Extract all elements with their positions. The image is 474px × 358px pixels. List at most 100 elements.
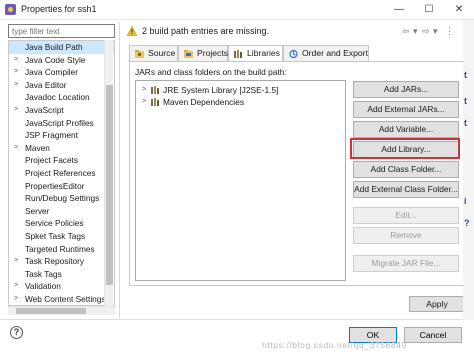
library-icon [234,50,242,58]
panel-divider[interactable] [119,22,120,318]
tree-item-label: Task Repository [25,256,85,267]
tree-item-javascript[interactable]: > JavaScript [9,104,114,117]
back-menu-icon[interactable]: ▾ [413,26,418,37]
tab-label: Projects [197,48,229,58]
tree-item-label: Java Build Path [25,42,83,52]
forward-icon[interactable]: ⇨ [422,26,430,37]
filter-input[interactable] [8,24,115,38]
tree-item-label: Project References [25,167,96,178]
add-variable-button[interactable]: Add Variable... [353,121,459,138]
tree-item-web-content-settings[interactable]: > Web Content Settings [9,293,114,305]
footer-divider [0,319,474,320]
tree-item-label: Javadoc Location [25,92,90,103]
minimize-button[interactable]: — [384,0,414,20]
add-external-jars-button[interactable]: Add External JARs... [353,101,459,118]
add-jars-button[interactable]: Add JARs... [353,81,459,98]
chevron-right-icon[interactable]: > [14,54,18,67]
tree-item-label: JavaScript Profiles [25,117,94,128]
back-icon[interactable]: ⇦ [402,26,410,37]
property-page-tree: Java Build Path > Java Code Style > Java C… [8,40,115,306]
migrate-jar-button[interactable]: Migrate JAR File... [353,255,459,272]
library-tree: > JRE System Library [J2SE-1.5] > Maven … [135,80,346,281]
view-menu-icon[interactable]: ⋮ [445,26,454,37]
library-item-label: Maven Dependencies [163,97,245,107]
background-editor-strip [463,20,474,320]
tree-item-java-editor[interactable]: > Java Editor [9,79,114,92]
apply-button[interactable]: Apply [409,296,465,312]
jar-library-icon [151,86,159,94]
tab-bar: Source Projects Libraries Order and Expo… [129,45,459,62]
watermark: https://blog.csdn.net/qq_3756849 [262,340,407,350]
tree-item-jsp-fragment[interactable]: JSP Fragment [9,129,114,142]
chevron-right-icon[interactable]: > [142,96,146,108]
tree-vertical-scrollbar[interactable] [104,40,113,306]
tree-item-maven[interactable]: > Maven [9,142,114,155]
tree-item-task-repository[interactable]: > Task Repository [9,255,114,268]
tree-item-project-facets[interactable]: Project Facets [9,154,114,167]
add-class-folder-button[interactable]: Add Class Folder... [353,161,459,178]
tree-item-java-code-style[interactable]: > Java Code Style [9,54,114,67]
window-title: Properties for ssh1 [21,4,97,14]
tree-item-java-build-path[interactable]: Java Build Path [9,41,114,54]
tab-label: Source [148,48,176,58]
cancel-button[interactable]: Cancel [404,327,462,343]
edit-button[interactable]: Edit... [353,207,459,224]
warning-icon [127,26,137,36]
tree-item-targeted-runtimes[interactable]: Targeted Runtimes [9,243,114,256]
background-text-fragment: t [464,70,467,80]
tree-item-label: Java Compiler [25,67,79,78]
tree-item-label: Validation [25,281,61,292]
tree-horizontal-scrollbar[interactable] [8,306,115,315]
chevron-right-icon[interactable]: > [14,66,18,79]
remove-button[interactable]: Remove [353,227,459,244]
tree-item-task-tags[interactable]: Task Tags [9,268,114,281]
library-item-jre-system[interactable]: > JRE System Library [J2SE-1.5] [142,84,278,96]
tree-item-validation[interactable]: > Validation [9,280,114,293]
eclipse-app-icon [5,4,16,15]
add-library-highlight [350,138,460,159]
tab-label: Order and Export [302,48,368,58]
tab-projects[interactable]: Projects [178,45,228,61]
chevron-right-icon[interactable]: > [142,84,146,96]
scrollbar-thumb[interactable] [16,308,86,314]
tab-libraries[interactable]: Libraries [228,45,283,62]
add-external-class-folder-button[interactable]: Add External Class Folder... [353,181,459,198]
chevron-right-icon[interactable]: > [14,142,18,155]
chevron-right-icon[interactable]: > [14,79,18,92]
source-folder-icon [135,50,144,58]
help-icon[interactable]: ? [10,326,23,339]
library-item-maven-dependencies[interactable]: > Maven Dependencies [142,96,244,108]
tree-item-project-references[interactable]: Project References [9,167,114,180]
jar-library-icon [151,98,159,106]
tree-item-label: JavaScript [25,104,64,115]
tree-item-label: Run/Debug Settings [25,193,100,204]
tree-item-properties-editor[interactable]: PropertiesEditor [9,180,114,193]
tree-item-java-compiler[interactable]: > Java Compiler [9,66,114,79]
tree-item-label: Targeted Runtimes [25,243,95,254]
chevron-right-icon[interactable]: > [14,293,18,305]
scrollbar-thumb[interactable] [106,85,113,285]
background-text-fragment: i [464,196,467,206]
tree-item-run-debug-settings[interactable]: Run/Debug Settings [9,192,114,205]
tree-item-server[interactable]: Server [9,205,114,218]
background-text-fragment: ? [464,218,470,228]
tree-item-javadoc-location[interactable]: Javadoc Location [9,91,114,104]
tree-item-spket-task-tags[interactable]: Spket Task Tags [9,230,114,243]
chevron-right-icon[interactable]: > [14,104,18,117]
forward-menu-icon[interactable]: ▾ [433,26,438,37]
tree-item-label: Server [25,205,50,216]
close-button[interactable]: ✕ [444,0,474,20]
tab-order-and-export[interactable]: Order and Export [283,45,369,61]
tree-item-label: Project Facets [25,155,79,166]
chevron-right-icon[interactable]: > [14,280,18,293]
tree-item-javascript-profiles[interactable]: JavaScript Profiles [9,117,114,130]
tab-source[interactable]: Source [129,45,178,61]
background-text-fragment: t [464,96,467,106]
tree-item-service-policies[interactable]: Service Policies [9,217,114,230]
tree-item-label: Java Editor [25,79,67,90]
project-icon [184,50,193,58]
maximize-button[interactable]: ☐ [414,0,444,20]
tree-item-label: Maven [25,142,50,153]
order-export-icon [289,50,298,58]
chevron-right-icon[interactable]: > [14,255,18,268]
